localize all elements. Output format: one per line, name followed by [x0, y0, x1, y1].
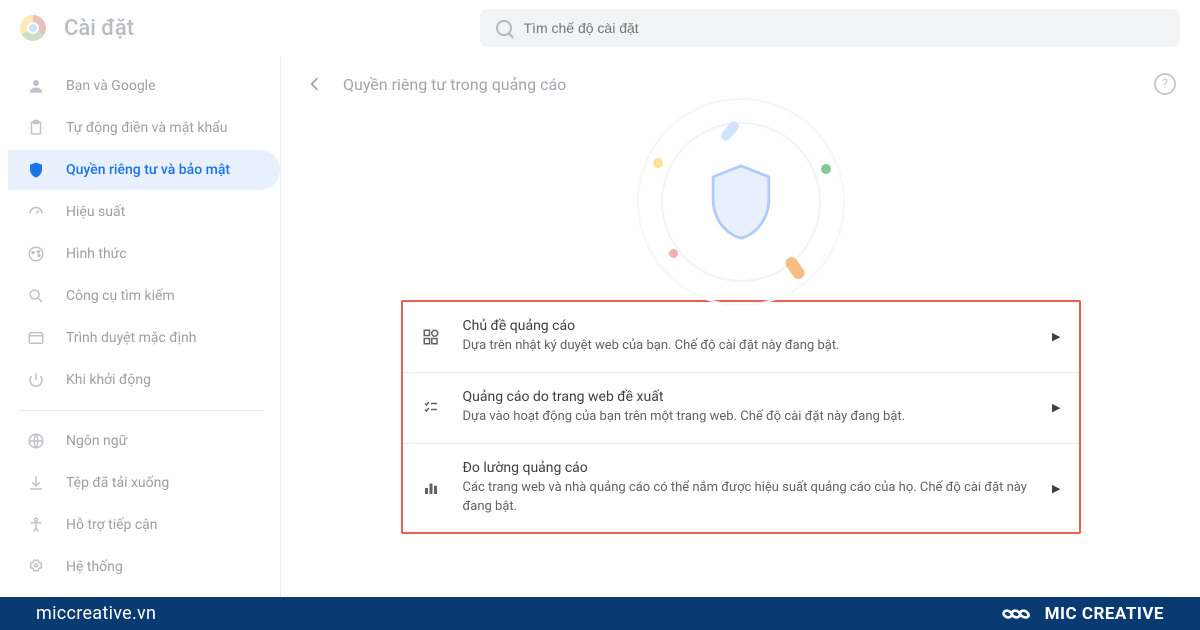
search-input[interactable] — [524, 20, 1165, 36]
sidebar-item-label: Công cụ tìm kiếm — [66, 288, 175, 304]
top-bar: Cài đặt — [0, 0, 1200, 56]
shield-icon — [26, 160, 46, 180]
sidebar-item-label: Trình duyệt mặc định — [66, 330, 197, 346]
hero-illustration — [281, 112, 1200, 292]
row-title: Đo lường quảng cáo — [463, 460, 1035, 476]
chevron-right-icon: ▶ — [1052, 482, 1060, 495]
sidebar-item-label: Tự động điền và mật khẩu — [66, 120, 228, 136]
brand-logo-icon — [999, 603, 1035, 625]
row-desc: Dựa vào hoạt động của bạn trên một trang… — [463, 408, 1035, 427]
search-bar[interactable] — [480, 9, 1180, 47]
row-ad-topics[interactable]: Chủ đề quảng cáo Dựa trên nhật ký duyệt … — [403, 302, 1079, 372]
sidebar-item-languages[interactable]: Ngôn ngữ — [8, 421, 280, 461]
sidebar-item-label: Hỗ trợ tiếp cận — [66, 517, 158, 533]
search-icon — [496, 20, 512, 36]
sidebar-item-label: Hệ thống — [66, 559, 123, 575]
footer-bar: miccreative.vn MIC CREATIVE — [0, 597, 1200, 630]
chrome-logo-icon — [20, 15, 46, 41]
sidebar-item-accessibility[interactable]: Hỗ trợ tiếp cận — [8, 505, 280, 545]
main-panel: Quyền riêng tư trong quảng cáo ? — [280, 56, 1200, 597]
row-desc: Các trang web và nhà quảng cáo có thể nắ… — [463, 479, 1035, 517]
back-button[interactable] — [305, 74, 325, 94]
system-icon — [26, 557, 46, 577]
sidebar-item-appearance[interactable]: Hình thức — [8, 234, 280, 274]
palette-icon — [26, 244, 46, 264]
person-icon — [26, 76, 46, 96]
footer-url: miccreative.vn — [36, 603, 156, 624]
sidebar-item-label: Hình thức — [66, 246, 127, 262]
page-title: Quyền riêng tư trong quảng cáo — [343, 75, 566, 94]
brand-text: MIC CREATIVE — [1045, 604, 1164, 624]
sidebar-separator — [18, 410, 264, 411]
download-icon — [26, 473, 46, 493]
sidebar-item-autofill[interactable]: Tự động điền và mật khẩu — [8, 108, 280, 148]
sidebar-item-downloads[interactable]: Tệp đã tải xuống — [8, 463, 280, 503]
sidebar-item-default-browser[interactable]: Trình duyệt mặc định — [8, 318, 280, 358]
sidebar-item-label: Quyền riêng tư và bảo mật — [66, 162, 230, 178]
sidebar-item-privacy-security[interactable]: Quyền riêng tư và bảo mật — [8, 150, 280, 190]
row-title: Quảng cáo do trang web đề xuất — [463, 389, 1035, 405]
globe-icon — [26, 431, 46, 451]
topics-icon — [417, 328, 445, 346]
clipboard-icon — [26, 118, 46, 138]
speedometer-icon — [26, 202, 46, 222]
app-title: Cài đặt — [64, 16, 134, 41]
checklist-icon — [417, 399, 445, 417]
sidebar-item-you-and-google[interactable]: Bạn và Google — [8, 66, 280, 106]
chevron-right-icon: ▶ — [1052, 330, 1060, 343]
chevron-right-icon: ▶ — [1052, 401, 1060, 414]
row-ad-measurement[interactable]: Đo lường quảng cáo Các trang web và nhà … — [403, 443, 1079, 533]
sidebar-item-label: Ngôn ngữ — [66, 433, 127, 449]
power-icon — [26, 370, 46, 390]
footer-brand: MIC CREATIVE — [999, 603, 1164, 625]
sidebar: Bạn và Google Tự động điền và mật khẩu Q… — [0, 56, 280, 597]
accessibility-icon — [26, 515, 46, 535]
sidebar-item-label: Hiệu suất — [66, 204, 125, 220]
browser-icon — [26, 328, 46, 348]
sidebar-item-label: Tệp đã tải xuống — [66, 475, 169, 491]
sidebar-item-label: Bạn và Google — [66, 78, 156, 94]
row-site-suggested-ads[interactable]: Quảng cáo do trang web đề xuất Dựa vào h… — [403, 372, 1079, 443]
shield-illustration-icon — [707, 163, 775, 241]
sidebar-item-label: Khi khởi động — [66, 372, 151, 388]
sidebar-item-search-engine[interactable]: Công cụ tìm kiếm — [8, 276, 280, 316]
help-button[interactable]: ? — [1154, 73, 1176, 95]
sidebar-item-performance[interactable]: Hiệu suất — [8, 192, 280, 232]
row-desc: Dựa trên nhật ký duyệt web của bạn. Chế … — [463, 337, 1035, 356]
sidebar-item-system[interactable]: Hệ thống — [8, 547, 280, 587]
bar-chart-icon — [417, 479, 445, 497]
sidebar-item-on-startup[interactable]: Khi khởi động — [8, 360, 280, 400]
magnifier-icon — [26, 286, 46, 306]
row-title: Chủ đề quảng cáo — [463, 318, 1035, 334]
ad-privacy-card: Chủ đề quảng cáo Dựa trên nhật ký duyệt … — [401, 300, 1081, 534]
